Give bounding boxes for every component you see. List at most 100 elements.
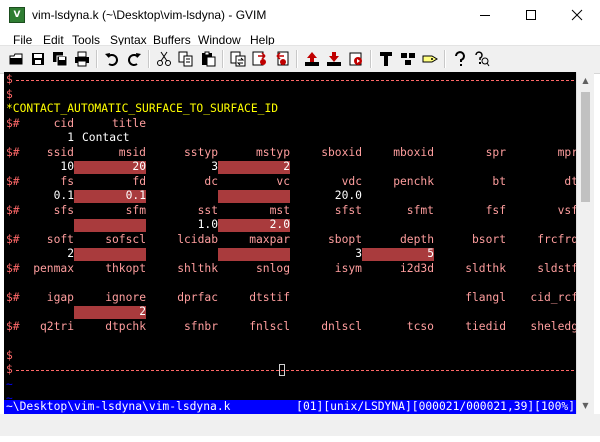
field-value: 10 (60, 160, 74, 173)
field-label: igap (46, 290, 74, 304)
field-label: ignore (105, 290, 146, 304)
window-bottom-strip (0, 414, 600, 436)
field-value: 1.0 (197, 218, 218, 231)
field-label: i2d3d (399, 261, 434, 275)
find-help-icon (475, 51, 490, 67)
field-label: sfmt (406, 203, 434, 217)
field-label: dc (204, 174, 218, 188)
maximize-button[interactable] (508, 0, 554, 30)
field-label: sfs (53, 203, 74, 217)
scroll-down-arrow-icon[interactable]: ▼ (577, 397, 594, 414)
field-label: mpr (557, 145, 576, 159)
open-icon (9, 53, 23, 65)
scroll-up-arrow-icon[interactable]: ▲ (577, 72, 594, 89)
toolbar-separator (222, 50, 224, 68)
run-script-button[interactable] (346, 49, 366, 69)
print-icon (75, 51, 89, 67)
build-tags-icon (401, 53, 415, 65)
field-highlight (74, 248, 146, 261)
copy-button[interactable] (176, 49, 196, 69)
toolbar-separator (296, 50, 298, 68)
field-highlight (74, 219, 146, 232)
comment-marker: $# (6, 261, 20, 275)
find-help-button[interactable] (472, 49, 492, 69)
save-button[interactable] (28, 49, 48, 69)
cut-icon (157, 51, 171, 66)
comment-marker: $# (6, 145, 20, 159)
gvim-icon[interactable]: V (9, 7, 25, 23)
field-highlight (218, 161, 290, 174)
redo-button[interactable] (124, 49, 144, 69)
field-label-line: $# q2tri dtpchk sfnbr fnlscl dnlscl tcso tiedid… (4, 320, 576, 335)
paste-button[interactable] (198, 49, 218, 69)
field-highlight (362, 248, 434, 261)
field-label: sfnbr (183, 319, 218, 333)
comment-dash-rule (16, 80, 574, 81)
field-label-line: $# fs fd dc vc vdc penchk bt dt (4, 175, 576, 190)
toolbar-separator (444, 50, 446, 68)
field-label-line: $# igap ignore dprfac dtstif flangl cid_rcf (4, 291, 576, 306)
undo-icon (105, 53, 118, 66)
field-value: 0.1 (53, 189, 74, 202)
cut-button[interactable] (154, 49, 174, 69)
help-button[interactable] (450, 49, 470, 69)
field-label: isym (334, 261, 362, 275)
field-label: dtpchk (105, 319, 146, 333)
make-button[interactable] (376, 49, 396, 69)
text-cursor (279, 364, 285, 376)
vertical-scrollbar[interactable]: ▲ ▼ (576, 72, 594, 414)
field-value: Contact (82, 131, 130, 144)
editor-text-area[interactable]: $ $ *CONTACT_AUTOMATIC_SURFACE_TO_SURFACE_… (4, 72, 576, 400)
field-label: fd (132, 174, 146, 188)
scrollbar-thumb[interactable] (581, 92, 590, 202)
make-icon (380, 52, 392, 66)
comment-line: $ (4, 88, 576, 103)
field-label: dt (564, 174, 576, 188)
toolbar-separator (370, 50, 372, 68)
save-all-icon (53, 52, 68, 67)
field-label-line: $# soft sofscl lcidab maxpar sbopt depth bsort f… (4, 233, 576, 248)
status-line: ~\Desktop\vim-lsdyna\vim-lsdyna.k [01][u… (4, 400, 576, 414)
comment-marker: $# (6, 290, 20, 304)
find-prev-icon (276, 51, 289, 66)
jump-to-tag-icon (422, 55, 438, 63)
field-label-line: $# penmax thkopt shlthk snlog isym i2d3d sldthk… (4, 262, 576, 277)
save-all-button[interactable] (50, 49, 70, 69)
jump-to-tag-button[interactable] (420, 49, 440, 69)
print-button[interactable] (72, 49, 92, 69)
field-label: mstyp (255, 145, 290, 159)
minimize-button[interactable] (462, 0, 508, 30)
comment-marker: $ (6, 348, 13, 362)
comment-marker: $# (6, 174, 20, 188)
comment-marker: $# (6, 203, 20, 217)
field-label: vsf (557, 203, 576, 217)
open-button[interactable] (6, 49, 26, 69)
field-label: q2tri (39, 319, 74, 333)
save-session-button[interactable] (324, 49, 344, 69)
build-tags-button[interactable] (398, 49, 418, 69)
field-value: 5 (427, 247, 434, 260)
find-prev-button[interactable] (272, 49, 292, 69)
field-value: 2 (67, 247, 74, 260)
window-title: vim-lsdyna.k (~\Desktop\vim-lsdyna) - GV… (32, 8, 267, 22)
save-session-icon (327, 52, 341, 66)
undo-button[interactable] (102, 49, 122, 69)
field-label: msid (118, 145, 146, 159)
field-value-line: 1.0 2.0 (4, 218, 576, 233)
field-label: sofscl (105, 232, 146, 246)
close-button[interactable] (554, 0, 600, 30)
field-label-line: $# sfs sfm sst mst sfst sfmt fsf vsf (4, 204, 576, 219)
field-value: 2 (139, 305, 146, 318)
field-label-line: $# cid title (4, 117, 576, 132)
field-label: snlog (255, 261, 290, 275)
field-value: 20 (132, 160, 146, 173)
load-session-button[interactable] (302, 49, 322, 69)
find-next-button[interactable] (250, 49, 270, 69)
field-label: sldthk (465, 261, 506, 275)
find-replace-button[interactable] (228, 49, 248, 69)
field-label: shlthk (177, 261, 218, 275)
field-label: spr (485, 145, 506, 159)
status-file-path: ~\Desktop\vim-lsdyna\vim-lsdyna.k (6, 400, 231, 413)
field-label: sboxid (321, 145, 362, 159)
